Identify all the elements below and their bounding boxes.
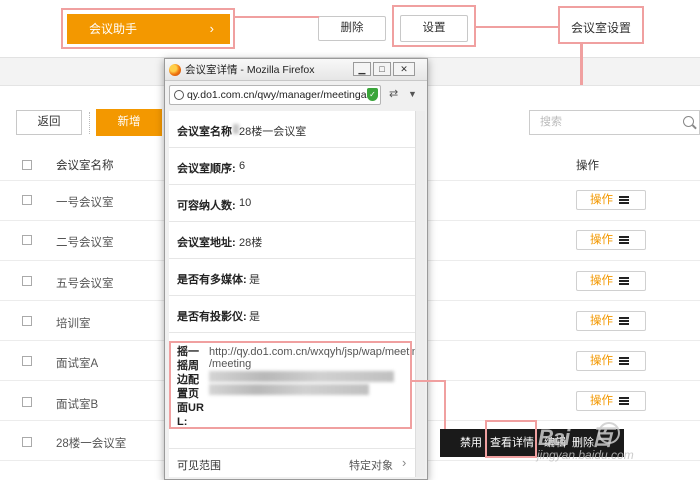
menu-icon: [619, 277, 629, 285]
scrollbar[interactable]: [415, 111, 425, 477]
detail-row: 是否有投影仪: 是: [169, 296, 415, 333]
operation-button[interactable]: 操作: [576, 230, 646, 250]
chevron-right-icon: ›: [209, 21, 214, 36]
row-checkbox[interactable]: [22, 276, 32, 286]
row-checkbox[interactable]: [22, 356, 32, 366]
room-name: 二号会议室: [56, 237, 114, 249]
watermark-url: jingyan.baidu.com: [537, 448, 634, 462]
url-field-highlight-box: [169, 341, 412, 429]
menu-icon: [619, 317, 629, 325]
detail-row: 是否有多媒体: 是: [169, 259, 415, 296]
annotation-line: [235, 16, 319, 18]
operation-button[interactable]: 操作: [576, 190, 646, 210]
room-settings-label: 会议室设置: [570, 21, 631, 35]
detail-row: 会议室地址: 28楼: [169, 222, 415, 259]
room-name: 五号会议室: [56, 278, 114, 290]
toolbar-divider: [89, 112, 90, 134]
disable-action[interactable]: 禁用: [460, 429, 482, 457]
settings-button[interactable]: 设置: [400, 15, 468, 42]
column-header-name: 会议室名称: [56, 160, 114, 172]
row-checkbox[interactable]: [22, 397, 32, 407]
globe-icon: [174, 90, 184, 100]
row-checkbox[interactable]: [22, 195, 32, 205]
column-header-operation: 操作: [576, 160, 599, 172]
back-button[interactable]: 返回: [16, 110, 82, 135]
meeting-assistant-label: 会议助手: [89, 22, 138, 36]
view-details-highlight-box: [485, 420, 537, 458]
search-input[interactable]: 搜索: [529, 110, 681, 135]
operation-button[interactable]: 操作: [576, 351, 646, 371]
paw-icon: [598, 422, 620, 444]
window-title: 会议室详情 - Mozilla Firefox: [185, 64, 315, 76]
room-name: 一号会议室: [56, 197, 114, 209]
room-name: 面试室A: [56, 358, 99, 370]
maximize-icon[interactable]: □: [373, 62, 391, 76]
menu-icon: [619, 196, 629, 204]
menu-icon: [619, 397, 629, 405]
room-name: 28楼一会议室: [56, 438, 127, 450]
chevron-down-icon[interactable]: ▼: [408, 89, 417, 99]
operation-button[interactable]: 操作: [576, 391, 646, 411]
detail-row: 会议室名称 28楼一会议室: [169, 111, 415, 148]
minimize-icon[interactable]: ▁: [353, 62, 371, 76]
add-button[interactable]: 新增: [96, 109, 162, 136]
tools-icon[interactable]: ⇄: [389, 87, 398, 100]
address-bar[interactable]: qy.do1.com.cn/qwy/manager/meetingas: [169, 85, 381, 105]
annotation-line: [444, 380, 446, 429]
delete-button[interactable]: 删除: [318, 16, 386, 41]
close-icon[interactable]: ✕: [393, 62, 415, 76]
select-all-checkbox[interactable]: [22, 160, 32, 170]
visible-range-row[interactable]: 可见范围 特定对象 ›: [169, 448, 415, 476]
detail-row: 可容纳人数: 10: [169, 185, 415, 222]
menu-icon: [619, 357, 629, 365]
search-button[interactable]: [678, 110, 700, 135]
window-titlebar[interactable]: 会议室详情 - Mozilla Firefox ▁ □ ✕: [165, 59, 427, 81]
menu-icon: [619, 236, 629, 244]
annotation-line: [412, 380, 446, 382]
firefox-icon: [169, 64, 181, 76]
detail-row: 会议室顺序: 6: [169, 148, 415, 185]
row-checkbox[interactable]: [22, 437, 32, 447]
operation-button[interactable]: 操作: [576, 271, 646, 291]
room-name: 面试室B: [56, 399, 99, 411]
chevron-right-icon: ›: [402, 455, 407, 470]
shield-icon: ✓: [367, 88, 378, 101]
operation-button[interactable]: 操作: [576, 311, 646, 331]
row-checkbox[interactable]: [22, 316, 32, 326]
row-checkbox[interactable]: [22, 235, 32, 245]
meeting-assistant-button[interactable]: 会议助手 ›: [67, 14, 230, 44]
room-name: 培训室: [56, 318, 91, 330]
annotation-line: [476, 26, 558, 28]
